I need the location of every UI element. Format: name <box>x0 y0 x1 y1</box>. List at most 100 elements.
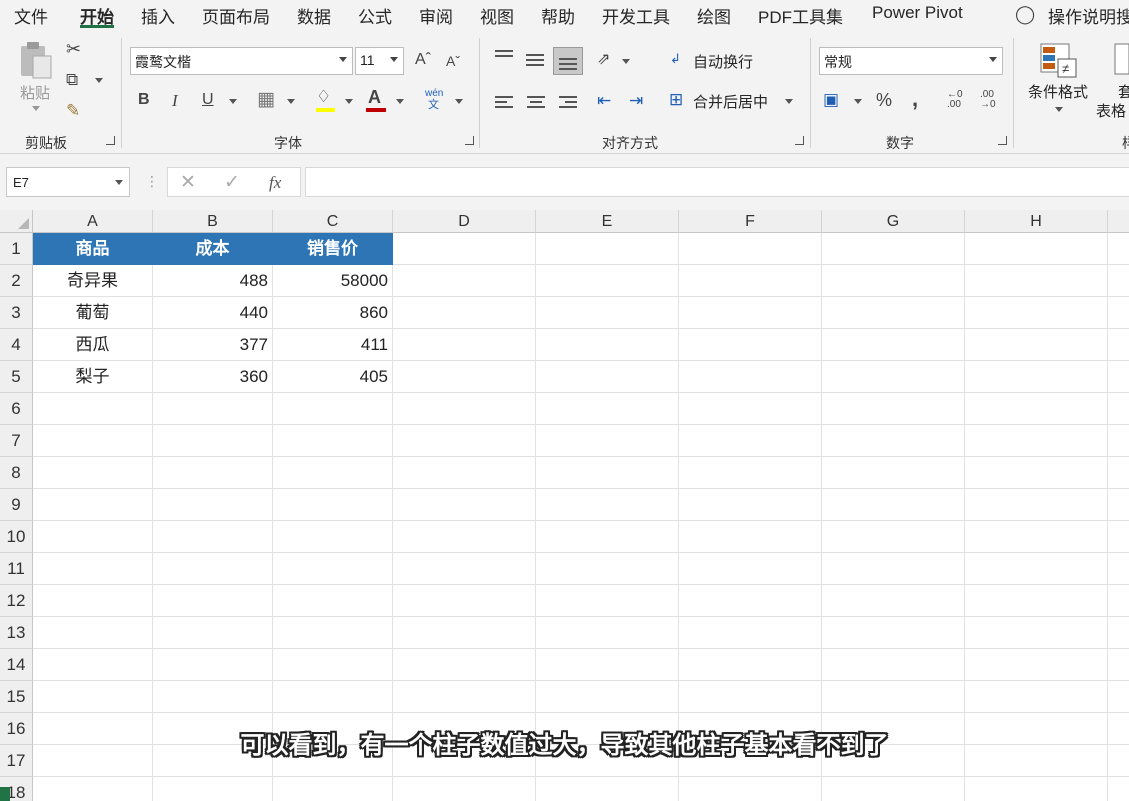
cell-d4[interactable] <box>393 329 536 361</box>
row-header-7[interactable]: 7 <box>0 425 33 457</box>
cell-h4[interactable] <box>965 329 1108 361</box>
more-options-icon[interactable]: ⋮ <box>145 174 159 188</box>
cell-i13[interactable] <box>1108 617 1129 649</box>
cell-c7[interactable] <box>273 425 393 457</box>
row-header-2[interactable]: 2 <box>0 265 33 297</box>
cell-g8[interactable] <box>822 457 965 489</box>
underline-button[interactable]: U <box>202 92 214 108</box>
cell-h1[interactable] <box>965 233 1108 265</box>
fill-color-icon[interactable]: ♢ <box>316 88 331 105</box>
merge-center-icon[interactable]: ⊞ <box>669 91 683 108</box>
cell-i7[interactable] <box>1108 425 1129 457</box>
paste-label[interactable]: 粘贴 <box>20 82 50 103</box>
table-cell[interactable]: 860 <box>273 297 393 329</box>
font-color-dropdown-icon[interactable] <box>396 99 404 104</box>
comma-button[interactable]: , <box>912 88 918 110</box>
cell-a15[interactable] <box>33 681 153 713</box>
wrap-text-button[interactable]: 自动换行 <box>693 51 753 72</box>
percent-button[interactable]: % <box>876 91 892 109</box>
cell-d1[interactable] <box>393 233 536 265</box>
tab-draw[interactable]: 绘图 <box>697 3 731 28</box>
cell-d3[interactable] <box>393 297 536 329</box>
cell-h3[interactable] <box>965 297 1108 329</box>
table-cell[interactable]: 58000 <box>273 265 393 297</box>
cell-d12[interactable] <box>393 585 536 617</box>
cell-f15[interactable] <box>679 681 822 713</box>
cell-i2[interactable] <box>1108 265 1129 297</box>
cell-i8[interactable] <box>1108 457 1129 489</box>
cell-e15[interactable] <box>536 681 679 713</box>
table-cell[interactable]: 360 <box>153 361 273 393</box>
row-header-12[interactable]: 12 <box>0 585 33 617</box>
cell-i18[interactable] <box>1108 777 1129 801</box>
cell-c14[interactable] <box>273 649 393 681</box>
cell-i9[interactable] <box>1108 489 1129 521</box>
copy-dropdown-icon[interactable] <box>95 78 103 83</box>
cell-f7[interactable] <box>679 425 822 457</box>
cell-b15[interactable] <box>153 681 273 713</box>
cell-f9[interactable] <box>679 489 822 521</box>
cell-e12[interactable] <box>536 585 679 617</box>
cell-a10[interactable] <box>33 521 153 553</box>
cell-d11[interactable] <box>393 553 536 585</box>
tab-review[interactable]: 审阅 <box>419 3 453 28</box>
cell-a9[interactable] <box>33 489 153 521</box>
orientation-dropdown-icon[interactable] <box>622 59 630 64</box>
column-header-b[interactable]: B <box>153 210 273 233</box>
cell-c12[interactable] <box>273 585 393 617</box>
merge-center-button[interactable]: 合并后居中 <box>693 91 768 112</box>
cell-h9[interactable] <box>965 489 1108 521</box>
tab-insert[interactable]: 插入 <box>141 3 175 28</box>
cell-d13[interactable] <box>393 617 536 649</box>
table-cell[interactable]: 377 <box>153 329 273 361</box>
cell-e5[interactable] <box>536 361 679 393</box>
cell-i12[interactable] <box>1108 585 1129 617</box>
cell-g5[interactable] <box>822 361 965 393</box>
increase-decimal-icon[interactable]: ←0.00 <box>947 90 963 110</box>
decrease-indent-icon[interactable]: ⇤ <box>597 92 611 109</box>
cell-g14[interactable] <box>822 649 965 681</box>
cell-h13[interactable] <box>965 617 1108 649</box>
row-header-1[interactable]: 1 <box>0 233 33 265</box>
align-right-icon[interactable] <box>559 96 577 111</box>
name-box[interactable]: E7 <box>6 167 130 197</box>
cell-a14[interactable] <box>33 649 153 681</box>
table-cell[interactable]: 葡萄 <box>33 297 153 329</box>
decrease-decimal-icon[interactable]: .00 →0 <box>980 90 996 110</box>
cell-i14[interactable] <box>1108 649 1129 681</box>
cell-i5[interactable] <box>1108 361 1129 393</box>
cell-g18[interactable] <box>822 777 965 801</box>
format-as-table-label-2[interactable]: 表格 <box>1096 100 1126 121</box>
row-header-5[interactable]: 5 <box>0 361 33 393</box>
enter-icon[interactable]: ✓ <box>224 173 240 192</box>
cell-e6[interactable] <box>536 393 679 425</box>
font-launcher-icon[interactable] <box>465 136 474 145</box>
table-header-cell[interactable]: 成本 <box>153 233 273 265</box>
cell-e1[interactable] <box>536 233 679 265</box>
cell-a13[interactable] <box>33 617 153 649</box>
row-header-8[interactable]: 8 <box>0 457 33 489</box>
table-cell[interactable]: 西瓜 <box>33 329 153 361</box>
cell-h18[interactable] <box>965 777 1108 801</box>
cell-f4[interactable] <box>679 329 822 361</box>
cell-d14[interactable] <box>393 649 536 681</box>
cell-g4[interactable] <box>822 329 965 361</box>
cell-c6[interactable] <box>273 393 393 425</box>
cell-f3[interactable] <box>679 297 822 329</box>
clipboard-launcher-icon[interactable] <box>106 136 115 145</box>
paste-dropdown-icon[interactable] <box>32 106 40 111</box>
column-header-e[interactable]: E <box>536 210 679 233</box>
cell-b11[interactable] <box>153 553 273 585</box>
font-name-select[interactable]: 霞鹜文楷 <box>130 47 353 75</box>
column-header-f[interactable]: F <box>679 210 822 233</box>
table-header-cell[interactable]: 销售价 <box>273 233 393 265</box>
borders-icon[interactable]: ▦ <box>257 90 275 109</box>
align-left-icon[interactable] <box>495 96 513 111</box>
table-cell[interactable]: 440 <box>153 297 273 329</box>
cell-e9[interactable] <box>536 489 679 521</box>
row-header-9[interactable]: 9 <box>0 489 33 521</box>
row-header-4[interactable]: 4 <box>0 329 33 361</box>
increase-font-icon[interactable]: Aˆ <box>415 52 431 68</box>
cell-d7[interactable] <box>393 425 536 457</box>
cell-f5[interactable] <box>679 361 822 393</box>
